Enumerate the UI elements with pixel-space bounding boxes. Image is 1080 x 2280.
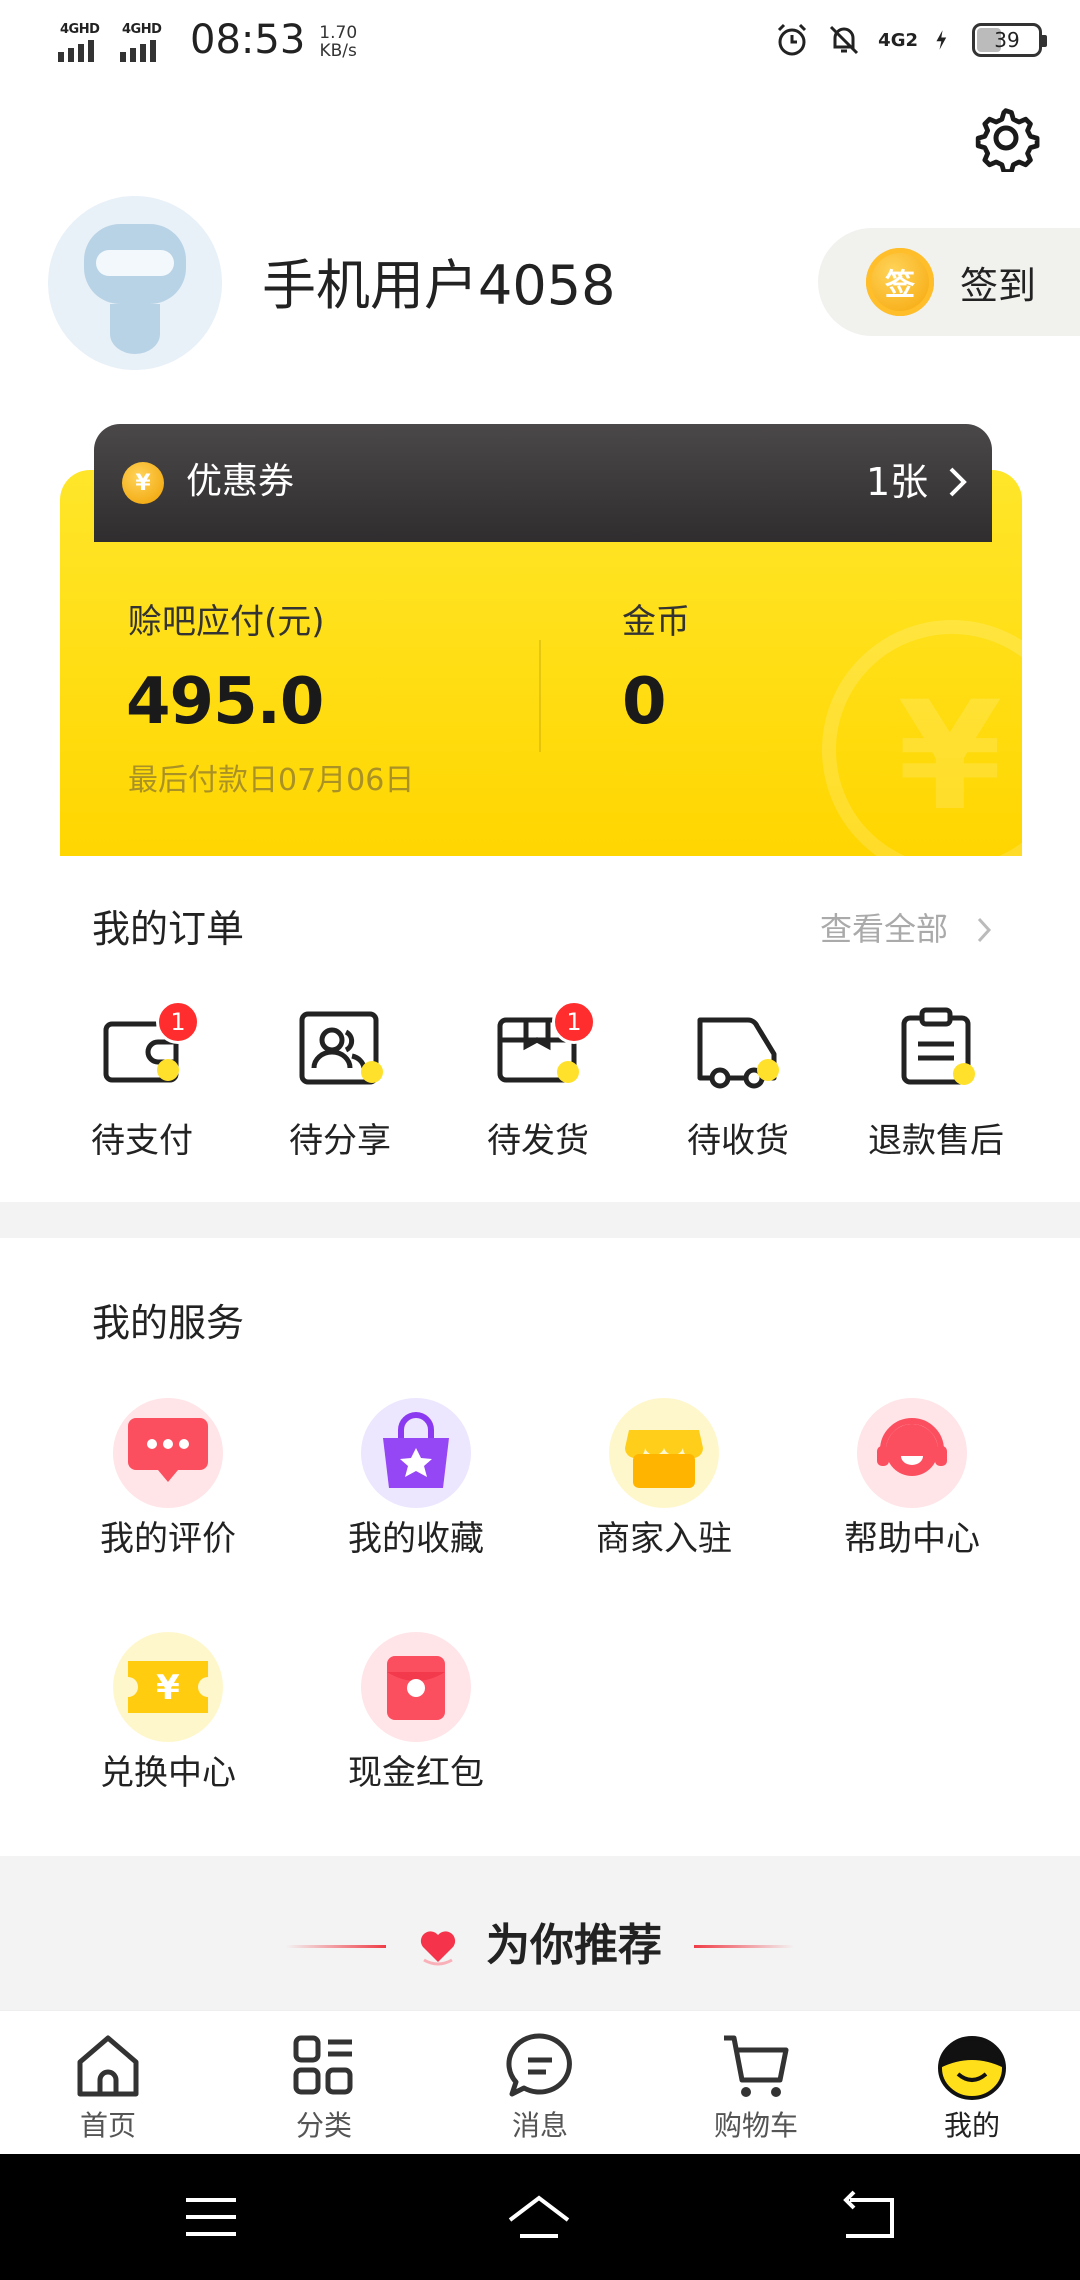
- service-help-center[interactable]: 帮助中心: [802, 1398, 1022, 1568]
- truck-icon: [697, 1017, 779, 1089]
- service-merchant-join[interactable]: 商家入驻: [554, 1398, 774, 1568]
- order-badge: 1: [156, 1000, 200, 1044]
- robot-avatar-icon: [48, 196, 222, 370]
- network-type: 4GHD: [60, 22, 100, 37]
- chevron-right-icon[interactable]: [946, 464, 970, 500]
- network-speed: 1.70 KB/s: [319, 24, 357, 60]
- payable-amount[interactable]: 495.0: [126, 662, 324, 742]
- order-label: 待分享: [289, 1121, 391, 1161]
- tab-label: 分类: [295, 2109, 352, 2142]
- home-nav-icon[interactable]: [506, 2184, 572, 2250]
- battery-icon: 39: [972, 23, 1047, 57]
- view-all-orders-link[interactable]: 查看全部: [820, 906, 948, 952]
- divider: [694, 1945, 794, 1948]
- comment-icon: [113, 1398, 223, 1508]
- yuan-coin-text: ¥: [135, 470, 151, 496]
- signin-label: 签到: [960, 263, 1037, 308]
- signal-icon: 4GHD: [120, 22, 172, 62]
- coupon-title[interactable]: 优惠券: [186, 458, 294, 506]
- service-label: 帮助中心: [844, 1519, 980, 1559]
- smiley-icon: [938, 2036, 1006, 2100]
- services-title: 我的服务: [92, 1301, 245, 1345]
- network-4g-icon: 4G2: [878, 29, 918, 51]
- share-users-icon: [299, 1011, 383, 1085]
- message-icon: [506, 2033, 572, 2097]
- service-label: 兑换中心: [100, 1753, 236, 1793]
- chevron-right-icon[interactable]: [976, 916, 992, 944]
- category-icon: [293, 2035, 353, 2095]
- speed-value: 1.70: [319, 23, 358, 43]
- tab-label: 消息: [511, 2109, 568, 2142]
- tab-label: 购物车: [713, 2109, 798, 2142]
- order-badge: 1: [552, 1000, 596, 1044]
- username: 手机用户4058: [262, 254, 616, 317]
- service-label: 商家入驻: [596, 1519, 732, 1559]
- cart-icon: [724, 2035, 789, 2097]
- battery-level: 39: [994, 28, 1020, 52]
- back-icon[interactable]: [836, 2184, 902, 2250]
- service-label: 我的收藏: [348, 1519, 484, 1559]
- service-my-favorites[interactable]: 我的收藏: [306, 1398, 526, 1568]
- shop-icon: [609, 1398, 719, 1508]
- section-separator: [0, 1202, 1080, 1238]
- order-pending-receipt[interactable]: 待收货: [640, 1006, 836, 1176]
- svg-text:¥: ¥: [156, 1668, 180, 1708]
- clipboard-icon: [901, 1007, 975, 1085]
- signin-coin-icon: 签: [866, 248, 934, 316]
- order-label: 退款售后: [868, 1121, 1004, 1161]
- signal-icon: 4GHD: [58, 22, 110, 62]
- menu-icon[interactable]: [178, 2184, 244, 2250]
- order-label: 待收货: [687, 1121, 789, 1161]
- coins-value[interactable]: 0: [622, 662, 667, 742]
- signin-coin-text: 签: [885, 268, 915, 303]
- order-label: 待发货: [487, 1121, 589, 1161]
- tab-label: 首页: [79, 2109, 136, 2142]
- charging-icon: [936, 30, 947, 50]
- order-refund-aftersale[interactable]: 退款售后: [838, 1006, 1034, 1176]
- order-pending-payment[interactable]: 1 待支付: [44, 1000, 240, 1176]
- service-label: 我的评价: [100, 1519, 236, 1559]
- status-bar: 4GHD 4GHD 08:53 1.70 KB/s 4G2 39: [0, 0, 1080, 84]
- tab-label: 我的: [943, 2109, 1000, 2142]
- tab-messages[interactable]: 消息: [450, 2020, 630, 2144]
- service-exchange-center[interactable]: ¥ 兑换中心: [58, 1632, 278, 1802]
- order-pending-share[interactable]: 待分享: [242, 1006, 438, 1176]
- yuan-coin-icon: ¥: [122, 462, 164, 504]
- recommend-title: 为你推荐: [486, 1920, 662, 1971]
- network-type: 4GHD: [122, 22, 162, 37]
- orders-title: 我的订单: [92, 907, 245, 951]
- headset-icon: [857, 1398, 967, 1508]
- service-cash-red-envelope[interactable]: 现金红包: [306, 1632, 526, 1802]
- red-envelope-icon: [361, 1632, 471, 1742]
- order-pending-shipment[interactable]: 1 待发货: [440, 1000, 636, 1176]
- mute-bell-icon: [830, 25, 859, 55]
- payable-label: 赊吧应付(元): [128, 602, 325, 642]
- service-label: 现金红包: [348, 1753, 484, 1793]
- divider: [539, 640, 541, 752]
- gear-icon[interactable]: [972, 104, 1040, 172]
- divider: [286, 1945, 386, 1948]
- ticket-icon: ¥: [113, 1632, 223, 1742]
- bag-star-icon: [361, 1398, 471, 1508]
- speed-unit: KB/s: [319, 41, 357, 61]
- alarm-icon: [778, 23, 807, 56]
- signin-button[interactable]: 签 签到: [818, 228, 1080, 336]
- clock: 08:53: [190, 17, 306, 63]
- service-my-reviews[interactable]: 我的评价: [58, 1398, 278, 1568]
- coins-label: 金币: [622, 602, 690, 642]
- order-label: 待支付: [91, 1121, 193, 1161]
- home-icon: [77, 2035, 139, 2097]
- due-date: 最后付款日07月06日: [128, 763, 415, 798]
- tab-mine[interactable]: 我的: [882, 2020, 1062, 2144]
- tab-cart[interactable]: 购物车: [666, 2020, 846, 2144]
- coupon-count[interactable]: 1张: [866, 458, 928, 506]
- tab-category[interactable]: 分类: [234, 2020, 414, 2144]
- tab-home[interactable]: 首页: [18, 2020, 198, 2144]
- heart-icon: [420, 1931, 456, 1966]
- avatar[interactable]: [48, 196, 222, 370]
